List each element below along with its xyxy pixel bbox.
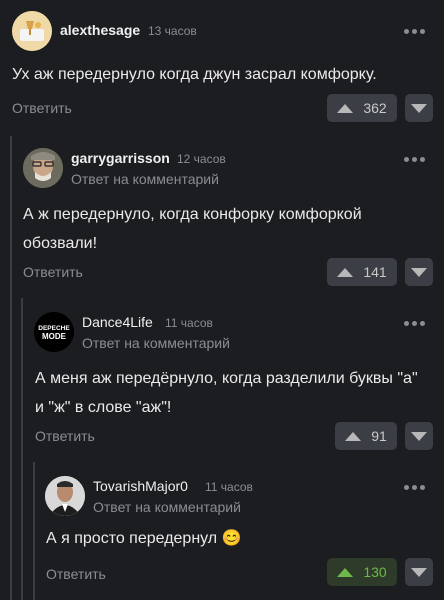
comment-text: А я просто передернул 😊 bbox=[46, 530, 242, 547]
man-in-suit-avatar-icon bbox=[45, 476, 85, 516]
avatar[interactable] bbox=[23, 148, 63, 188]
rating-count: 141 bbox=[363, 264, 387, 280]
more-options-icon[interactable] bbox=[404, 26, 425, 36]
arrow-down-icon bbox=[411, 267, 427, 277]
thread-line-1[interactable] bbox=[10, 136, 12, 600]
avatar-logo-line2: MODE bbox=[42, 332, 67, 341]
arrow-up-icon bbox=[337, 103, 354, 113]
depeche-mode-logo-icon: DEPECHE MODE bbox=[34, 312, 74, 352]
downvote-button[interactable] bbox=[405, 422, 433, 450]
username[interactable]: garrygarrisson bbox=[71, 150, 170, 166]
avatar[interactable]: DEPECHE MODE bbox=[34, 312, 74, 352]
reply-to-label[interactable]: Ответ на комментарий bbox=[93, 499, 241, 515]
arrow-up-icon bbox=[337, 567, 354, 577]
more-options-icon[interactable] bbox=[404, 318, 425, 328]
more-options-icon[interactable] bbox=[404, 482, 425, 492]
rating-count: 91 bbox=[371, 428, 387, 444]
reply-button[interactable]: Ответить bbox=[23, 264, 83, 280]
arrow-down-icon bbox=[411, 103, 427, 113]
arrow-down-icon bbox=[411, 431, 427, 441]
comment-text: А ж передернуло, когда конфорку комфорко… bbox=[23, 206, 362, 252]
comment-text: А меня аж передёрнуло, когда разделили б… bbox=[35, 370, 418, 416]
reply-button[interactable]: Ответить bbox=[46, 566, 106, 582]
reply-to-label[interactable]: Ответ на комментарий bbox=[82, 335, 230, 351]
arrow-down-icon bbox=[411, 567, 427, 577]
avatar-logo-line1: DEPECHE bbox=[38, 325, 70, 332]
upvote-button[interactable]: 141 bbox=[327, 258, 397, 286]
timestamp: 11 часов bbox=[165, 316, 213, 330]
timestamp: 12 часов bbox=[177, 152, 226, 166]
downvote-button[interactable] bbox=[405, 558, 433, 586]
thread-line-3[interactable] bbox=[33, 462, 35, 600]
avatar[interactable] bbox=[45, 476, 85, 516]
timestamp: 11 часов bbox=[205, 480, 253, 494]
thread-line-2[interactable] bbox=[21, 298, 23, 600]
reply-button[interactable]: Ответить bbox=[35, 428, 95, 444]
username[interactable]: alexthesage bbox=[60, 22, 140, 38]
arrow-up-icon bbox=[337, 267, 354, 277]
comment-text: Ух аж передернуло когда джун засрал комф… bbox=[12, 66, 377, 83]
username[interactable]: Dance4Life bbox=[82, 314, 153, 330]
wine-glass-icon bbox=[12, 11, 52, 51]
upvote-button[interactable]: 91 bbox=[335, 422, 397, 450]
arrow-up-icon bbox=[345, 431, 362, 441]
reply-to-label[interactable]: Ответ на комментарий bbox=[71, 171, 219, 187]
upvote-button[interactable]: 130 bbox=[327, 558, 397, 586]
upvote-button[interactable]: 362 bbox=[327, 94, 397, 122]
person-avatar-icon bbox=[23, 148, 63, 188]
rating-count: 130 bbox=[363, 564, 387, 580]
avatar[interactable] bbox=[12, 11, 52, 51]
reply-button[interactable]: Ответить bbox=[12, 100, 72, 116]
downvote-button[interactable] bbox=[405, 94, 433, 122]
more-options-icon[interactable] bbox=[404, 154, 425, 164]
timestamp: 13 часов bbox=[148, 24, 197, 38]
rating-count: 362 bbox=[363, 100, 387, 116]
username[interactable]: TovarishMajor0 bbox=[93, 478, 188, 494]
downvote-button[interactable] bbox=[405, 258, 433, 286]
